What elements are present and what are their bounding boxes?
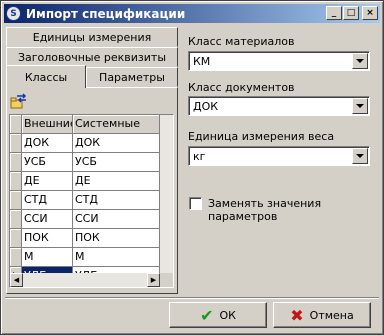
grid-corner-cell	[10, 115, 22, 134]
tab-units[interactable]: Единицы измерения	[6, 27, 178, 47]
doc-class-value: ДОК	[193, 100, 219, 113]
table-row[interactable]: СТД СТД	[10, 191, 160, 210]
horizontal-scrollbar[interactable]: ◀ ▶	[10, 273, 160, 287]
import-spec-window: S Импорт спецификации _ □ × Единицы изме…	[0, 0, 384, 335]
cell-external[interactable]: М	[22, 248, 73, 267]
grid-body: Внешние Системные ДОК ДОК УСБ УСБ ДЕ ДЕ СТД СТД…	[10, 115, 160, 286]
grid-header: Внешние Системные	[10, 115, 160, 134]
vertical-scrollbar[interactable]	[160, 115, 173, 273]
doc-class-select[interactable]: ДОК	[188, 96, 370, 116]
doc-class-label: Класс документов	[188, 81, 295, 94]
cell-external[interactable]: УСБ	[22, 153, 73, 172]
column-header-external[interactable]: Внешние	[22, 115, 73, 134]
table-row[interactable]: ПОК ПОК	[10, 229, 160, 248]
window-title: Импорт спецификации	[26, 6, 186, 21]
cell-external[interactable]: ССИ	[22, 210, 73, 229]
close-button[interactable]: ×	[362, 6, 378, 20]
minimize-button[interactable]: _	[326, 6, 342, 20]
material-class-label: Класс материалов	[188, 35, 295, 48]
scroll-corner	[160, 273, 173, 287]
weight-unit-value: кг	[193, 150, 206, 163]
chevron-down-icon[interactable]	[352, 98, 368, 114]
swap-icon[interactable]	[10, 93, 28, 109]
title-bar[interactable]: S Импорт спецификации _ □ ×	[4, 4, 380, 23]
tab-header-props-label: Заголовочные реквизиты	[17, 50, 167, 64]
replace-params-label: Заменять значения параметров	[208, 197, 322, 223]
chevron-down-icon[interactable]	[352, 53, 368, 69]
title-buttons: _ □ ×	[325, 6, 378, 20]
column-header-system[interactable]: Системные	[73, 115, 160, 134]
cell-system[interactable]: СТД	[73, 191, 160, 210]
table-row[interactable]: УСБ УСБ	[10, 153, 160, 172]
row-indicator[interactable]	[10, 248, 22, 267]
material-class-value: КМ	[193, 55, 211, 68]
checkmark-icon: ✔	[200, 305, 214, 325]
row-indicator[interactable]	[10, 191, 22, 210]
tab-classes-label: Классы	[24, 70, 68, 84]
bottom-separator	[5, 297, 379, 299]
row-indicator[interactable]	[10, 172, 22, 191]
chevron-down-icon[interactable]	[352, 148, 368, 164]
table-row[interactable]: ДОК ДОК	[10, 134, 160, 153]
cell-external[interactable]: СТД	[22, 191, 73, 210]
tab-classes[interactable]: Классы	[6, 65, 86, 88]
cell-system[interactable]: ПОК	[73, 229, 160, 248]
cancel-button-label: Отмена	[309, 308, 354, 322]
cell-system[interactable]: ДОК	[73, 134, 160, 153]
row-indicator[interactable]	[10, 134, 22, 153]
replace-params-checkbox[interactable]	[189, 197, 202, 210]
tab-params[interactable]: Параметры	[86, 67, 178, 87]
cell-external[interactable]: ДОК	[22, 134, 73, 153]
maximize-button[interactable]: □	[343, 6, 359, 20]
cross-icon: ✖	[290, 305, 304, 325]
cell-system[interactable]: УСБ	[73, 153, 160, 172]
tab-units-label: Единицы измерения	[32, 30, 152, 44]
cancel-button[interactable]: ✖ Отмена	[273, 302, 371, 328]
table-row[interactable]: ССИ ССИ	[10, 210, 160, 229]
ok-button[interactable]: ✔ ОК	[169, 302, 267, 328]
row-indicator[interactable]	[10, 153, 22, 172]
cell-external[interactable]: ПОК	[22, 229, 73, 248]
tab-header-props[interactable]: Заголовочные реквизиты	[6, 47, 178, 67]
material-class-select[interactable]: КМ	[188, 51, 370, 71]
row-indicator[interactable]	[10, 229, 22, 248]
weight-unit-label: Единица измерения веса	[188, 130, 335, 143]
scroll-left-button[interactable]: ◀	[10, 273, 23, 287]
cell-system[interactable]: М	[73, 248, 160, 267]
cell-system[interactable]: ДЕ	[73, 172, 160, 191]
app-icon: S	[6, 6, 21, 21]
table-row[interactable]: ММ	[10, 248, 160, 267]
table-row[interactable]: ДЕ ДЕ	[10, 172, 160, 191]
weight-unit-select[interactable]: кг	[188, 146, 370, 166]
cell-system[interactable]: ССИ	[73, 210, 160, 229]
tab-params-label: Параметры	[99, 70, 165, 84]
row-indicator[interactable]	[10, 210, 22, 229]
classes-grid[interactable]: Внешние Системные ДОК ДОК УСБ УСБ ДЕ ДЕ СТД СТД…	[9, 114, 174, 288]
ok-button-label: ОК	[219, 308, 236, 322]
scroll-right-button[interactable]: ▶	[147, 273, 160, 287]
cell-external[interactable]: ДЕ	[22, 172, 73, 191]
